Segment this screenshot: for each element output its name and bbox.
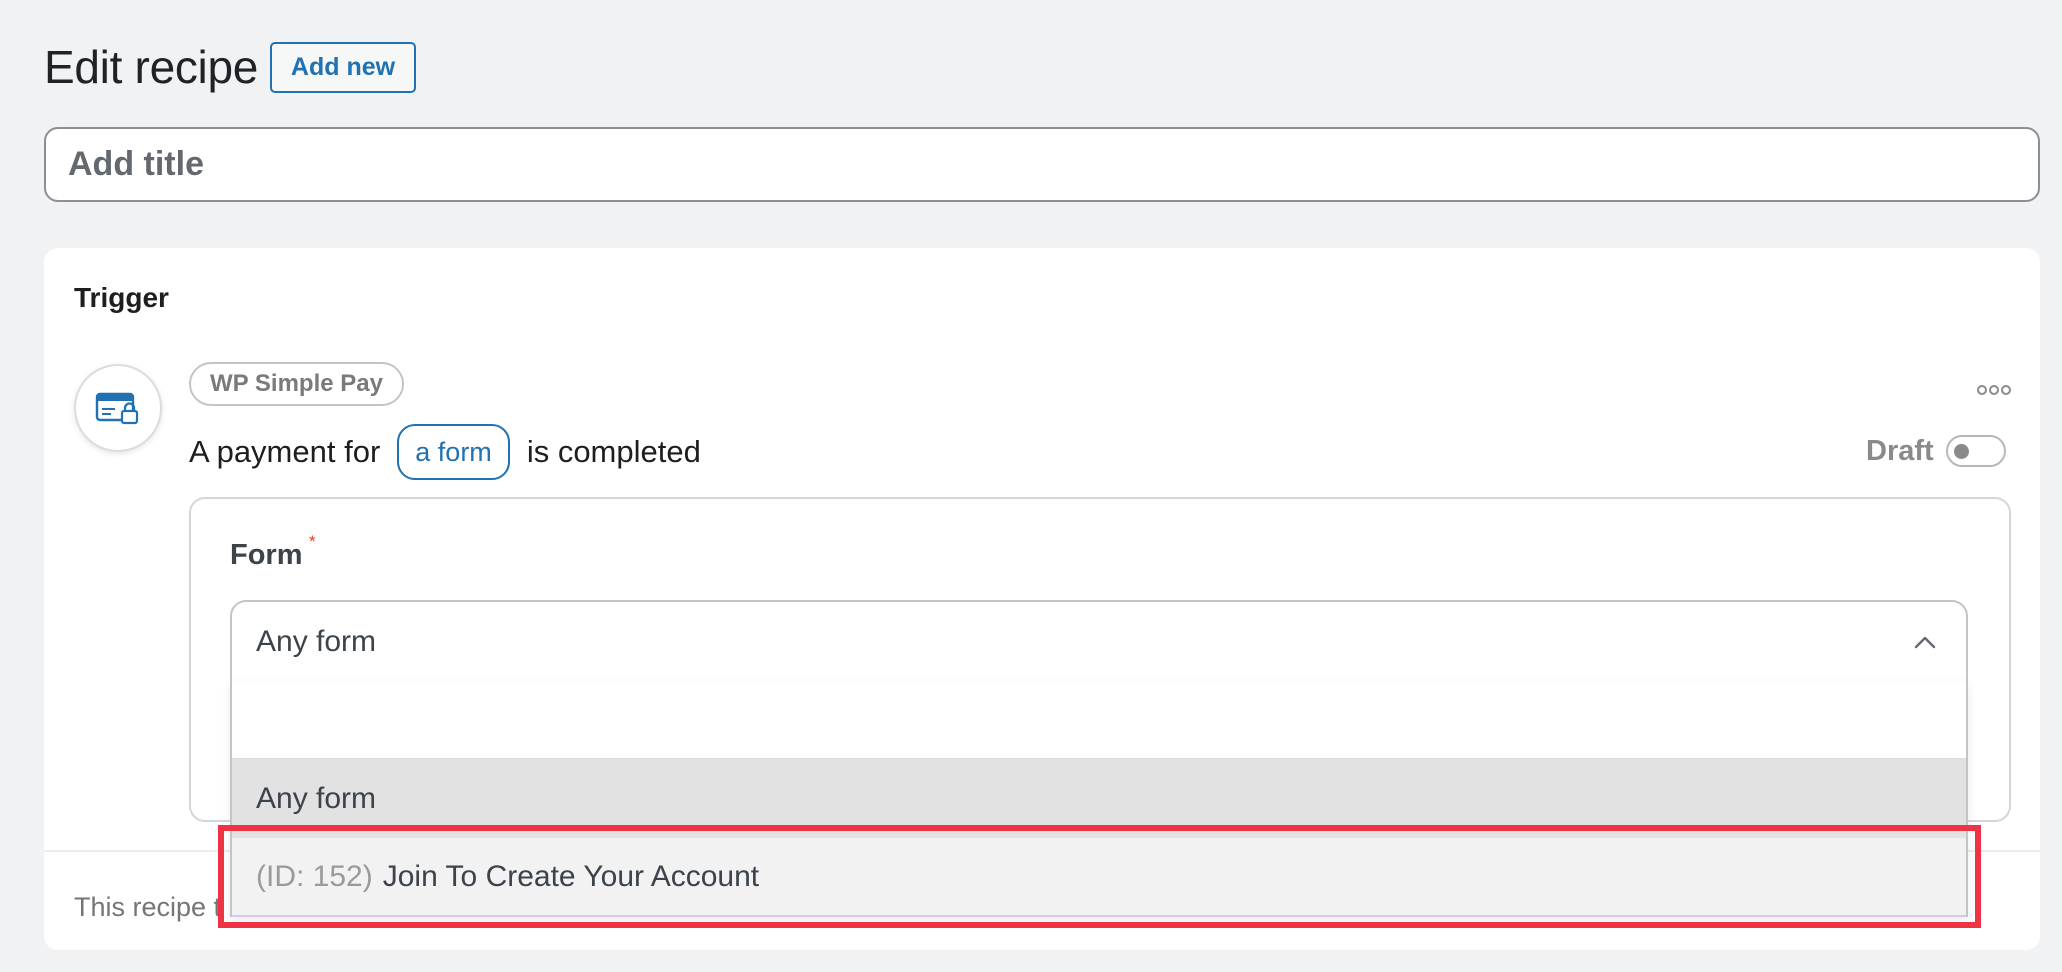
more-options-icon[interactable]	[1976, 372, 2012, 408]
form-select-dropdown: Any form (ID: 152) Join To Create Your A…	[230, 681, 1968, 917]
option-label: Any form	[256, 781, 377, 815]
form-select-value: Any form	[256, 624, 377, 658]
trigger-heading: Trigger	[74, 282, 169, 313]
recipe-title-input[interactable]	[44, 127, 2040, 202]
dropdown-option[interactable]: Any form	[232, 759, 1966, 838]
option-id: (ID: 152)	[256, 859, 373, 893]
sentence-text-before: A payment for	[189, 434, 381, 469]
credit-card-lock-icon	[74, 364, 162, 452]
form-token-button[interactable]: a form	[397, 424, 510, 480]
toggle-knob	[1953, 444, 1969, 459]
dropdown-option[interactable]: (ID: 152) Join To Create Your Account	[232, 838, 1966, 917]
page-title: Edit recipe	[44, 41, 259, 93]
status-toggle[interactable]	[1945, 435, 2006, 467]
chevron-up-icon	[1914, 636, 1936, 649]
recipe-footer-text: This recipe t	[74, 892, 222, 922]
sentence-text-after: is completed	[526, 434, 701, 469]
status-label: Draft	[1866, 434, 1934, 467]
required-marker: *	[309, 532, 316, 551]
trigger-sentence: A payment for a form is completed	[189, 424, 701, 480]
add-new-button[interactable]: Add new	[270, 42, 416, 93]
option-label: Join To Create Your Account	[382, 859, 760, 893]
status-control: Draft	[1866, 426, 2006, 476]
form-field-label: Form	[230, 539, 303, 571]
dropdown-search-input[interactable]	[232, 681, 1966, 759]
integration-badge: WP Simple Pay	[189, 362, 404, 406]
form-select[interactable]: Any form	[230, 600, 1968, 682]
